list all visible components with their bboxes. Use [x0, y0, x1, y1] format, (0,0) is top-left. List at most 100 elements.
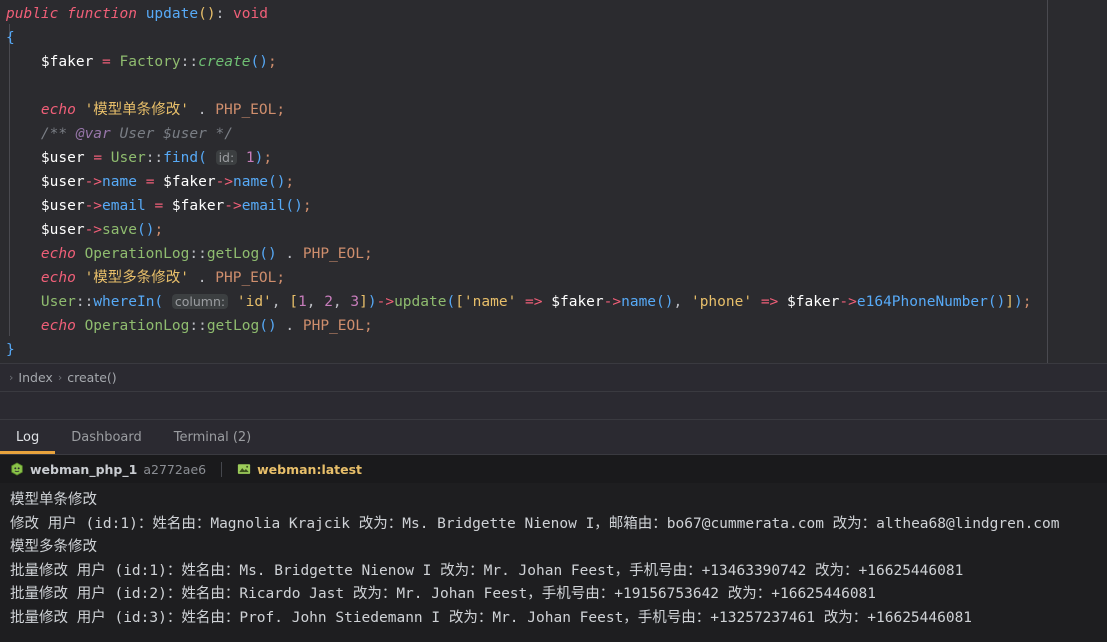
code-line[interactable]: $user->save(); — [0, 218, 1107, 242]
breadcrumb-item-index[interactable]: Index — [18, 370, 52, 385]
code-token: 3 — [350, 294, 360, 310]
code-token: echo — [40, 270, 76, 286]
code-token: public — [6, 6, 59, 22]
code-token: function — [67, 6, 137, 22]
code-token: $user — [40, 174, 85, 190]
code-token: OperationLog — [84, 246, 190, 262]
breadcrumb[interactable]: › Index › create() — [0, 363, 1107, 391]
tab-label: Terminal (2) — [173, 429, 252, 445]
code-area[interactable]: public function update(): void{ $faker =… — [0, 0, 1107, 362]
code-token: -> — [839, 294, 857, 310]
tab-dashboard[interactable]: Dashboard — [55, 420, 158, 454]
code-token: ; — [263, 150, 273, 166]
code-line[interactable]: echo '模型多条修改' . PHP_EOL; — [0, 266, 1107, 290]
code-line[interactable]: $user = User::find( id: 1); — [0, 146, 1107, 170]
code-token: ) — [259, 54, 268, 70]
code-token: ; — [1022, 294, 1032, 310]
code-token: ( — [267, 174, 277, 190]
code-token: ; — [302, 198, 312, 214]
code-line[interactable]: $user->name = $faker->name(); — [0, 170, 1107, 194]
code-token: 1 — [297, 294, 307, 310]
container-name: webman_php_1 — [30, 461, 138, 477]
code-token: ; — [285, 174, 295, 190]
tab-log[interactable]: Log — [0, 420, 56, 454]
code-token: :: — [145, 150, 164, 166]
image-entry[interactable]: webman:latest — [237, 462, 362, 477]
code-token: echo — [40, 102, 76, 118]
code-token: getLog — [206, 246, 260, 262]
code-line[interactable]: $faker = Factory::create(); — [0, 50, 1107, 74]
tab-label: Dashboard — [71, 429, 142, 445]
container-entry[interactable]: webman_php_1 a2772ae6 — [10, 462, 206, 477]
code-token: ( — [198, 150, 207, 166]
code-token: $faker — [40, 54, 94, 70]
code-line[interactable]: echo OperationLog::getLog() . PHP_EOL; — [0, 314, 1107, 338]
code-token: ] — [359, 294, 368, 310]
code-token: ( — [154, 294, 164, 310]
code-line[interactable]: /** @var User $user */ — [0, 122, 1107, 146]
code-token: -> — [84, 198, 103, 214]
console-output-line: 批量修改 用户 (id:3)：姓名由：Prof. John Stiedemann… — [10, 609, 973, 626]
code-token: $faker — [551, 294, 604, 310]
code-token: email — [241, 198, 286, 214]
code-token: ( — [446, 294, 456, 310]
code-token: echo — [40, 318, 76, 334]
code-line[interactable]: { — [0, 26, 1107, 50]
code-line[interactable] — [0, 74, 1107, 98]
log-console-output[interactable]: 模型单条修改 修改 用户 (id:1)：姓名由：Magnolia Krajcik … — [0, 483, 1107, 642]
code-token: , — [673, 294, 683, 310]
code-token: ; — [154, 222, 164, 238]
code-editor[interactable]: public function update(): void{ $faker =… — [0, 0, 1107, 363]
docker-container-icon — [10, 462, 24, 476]
tab-label: Log — [16, 429, 40, 445]
code-token: name — [102, 174, 137, 190]
code-line[interactable]: echo OperationLog::getLog() . PHP_EOL; — [0, 242, 1107, 266]
code-token: } — [6, 342, 15, 358]
inlay-parameter-hint: column: — [171, 294, 229, 309]
code-token: PHP_EOL — [302, 318, 364, 334]
code-token: ( — [987, 294, 997, 310]
code-line[interactable]: } — [0, 338, 1107, 362]
code-line[interactable]: public function update(): void — [0, 2, 1107, 26]
code-line[interactable]: User::whereIn( column: 'id', [1, 2, 3])-… — [0, 290, 1107, 314]
code-token: ) — [664, 294, 674, 310]
code-token: , — [271, 294, 281, 310]
code-token: 'id' — [236, 294, 272, 310]
code-token: => — [525, 294, 543, 310]
code-token: ) — [1014, 294, 1023, 310]
code-token: 2 — [324, 294, 333, 310]
code-token: save — [102, 222, 137, 238]
code-token: '模型多条修改' — [84, 270, 190, 286]
code-token: '模型单条修改' — [84, 102, 190, 118]
code-token: -> — [603, 294, 622, 310]
code-token: create — [198, 54, 251, 70]
code-token: User — [110, 150, 146, 166]
code-token: . — [285, 246, 295, 262]
breadcrumb-item-create[interactable]: create() — [67, 370, 116, 385]
tab-terminal-2[interactable]: Terminal (2) — [158, 420, 268, 454]
code-line[interactable]: echo '模型单条修改' . PHP_EOL; — [0, 98, 1107, 122]
tool-window-tabbar[interactable]: Log Dashboard Terminal (2) — [0, 419, 1107, 454]
code-line[interactable]: $user->email = $faker->email(); — [0, 194, 1107, 218]
code-token: ( — [136, 222, 146, 238]
